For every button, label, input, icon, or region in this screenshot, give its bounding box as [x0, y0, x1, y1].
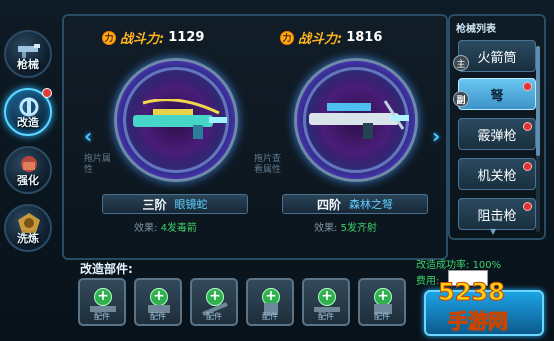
parts-title: 改造部件: [80, 262, 133, 276]
power-display: 力 战斗力: 1129 [102, 28, 204, 47]
success-rate: 改造成功率: 100% [416, 256, 501, 271]
weapon-effect: 效果: 5发齐射 [314, 219, 377, 234]
scroll-down-icon[interactable]: ▼ [490, 227, 496, 236]
part-slot-label: 配件 [262, 312, 278, 321]
part-slot[interactable]: + 配件 [358, 278, 406, 326]
power-value: 1129 [168, 30, 205, 45]
weapon-list-item[interactable]: 霰弹枪 [458, 118, 536, 150]
part-slot[interactable]: + 配件 [246, 278, 294, 326]
nav-refine-button[interactable]: 洗炼 [4, 204, 52, 252]
weapon-list-label: 弩 [490, 88, 504, 104]
part-slot[interactable]: + 配件 [134, 278, 182, 326]
drag-hint: 拖片查看属性 [254, 154, 282, 175]
crossbow-weapon-icon [309, 100, 409, 139]
part-slot[interactable]: + 配件 [302, 278, 350, 326]
weapon-name-bar: 四阶 森林之弩 [282, 194, 428, 214]
nav-label: 洗炼 [17, 232, 39, 245]
notification-dot [523, 122, 532, 131]
current-weapon-card: 力 战斗力: 1129 拖片属性 三阶 眼镜蛇 效果: 4发毒箭 [84, 16, 264, 262]
weapon-tier: 三阶 [142, 197, 167, 212]
effect-label: 效果: [134, 223, 158, 234]
weapon-orb[interactable] [114, 58, 238, 182]
power-display: 力 战斗力: 1816 [280, 28, 382, 47]
weapon-list-item-selected[interactable]: 副 弩 [453, 78, 536, 110]
weapon-list-label: 火箭筒 [477, 50, 517, 66]
nav-enhance-button[interactable]: 强化 [4, 146, 52, 194]
crossbow-weapon-icon [133, 99, 227, 139]
weapon-list-item[interactable]: 机关枪 [458, 158, 536, 190]
weapon-list-scrollbar[interactable] [536, 46, 540, 232]
power-label: 战斗力: [120, 32, 165, 47]
part-slot-label: 配件 [150, 312, 166, 321]
drag-hint: 拖片属性 [84, 154, 112, 175]
effect-value: 4发毒箭 [160, 223, 197, 234]
part-slot[interactable]: + 配件 [190, 278, 238, 326]
part-slot-label: 配件 [374, 312, 390, 321]
notification-dot [42, 88, 52, 98]
weapon-name: 森林之弩 [349, 198, 393, 211]
effect-label: 效果: [314, 223, 338, 234]
modify-panel: ‹ 力 战斗力: 1129 拖片属性 三阶 眼镜蛇 效果: 4发毒箭 力 战斗力… [62, 14, 448, 260]
primary-badge: 主 [453, 55, 469, 71]
nav-gun-button[interactable]: 枪械 [4, 30, 52, 78]
weapon-list-label: 霰弹枪 [477, 128, 517, 144]
part-slot-label: 配件 [206, 312, 222, 321]
weapon-name-bar: 三阶 眼镜蛇 [102, 194, 248, 214]
notification-dot [523, 162, 532, 171]
prev-arrow-icon[interactable]: ‹ [84, 124, 92, 148]
weapon-orb[interactable] [294, 58, 418, 182]
scrollbar-thumb[interactable] [536, 46, 540, 156]
weapon-name: 眼镜蛇 [174, 198, 208, 211]
secondary-badge: 副 [453, 91, 469, 107]
part-slot[interactable]: + 配件 [78, 278, 126, 326]
weapon-list-label: 机关枪 [477, 168, 517, 184]
weapon-list-label: 阻击枪 [477, 208, 517, 224]
nav-label: 强化 [17, 174, 39, 187]
nav-label: 改造 [17, 116, 39, 129]
svg-text:5238: 5238 [438, 278, 505, 306]
parts-row: + 配件 + 配件 + 配件 + 配件 + 配件 + 配件 [78, 278, 408, 334]
svg-text:手游网: 手游网 [448, 309, 508, 333]
power-value: 1816 [346, 30, 383, 45]
part-slot-label: 配件 [94, 312, 110, 321]
weapon-effect: 效果: 4发毒箭 [134, 219, 197, 234]
notification-dot [523, 82, 532, 91]
upgraded-weapon-card: 力 战斗力: 1816 拖片查看属性 四阶 森林之弩 效果: 5发齐射 [254, 16, 444, 262]
nav-modify-button[interactable]: 改造 [4, 88, 52, 136]
notification-dot [523, 202, 532, 211]
power-icon: 力 [280, 30, 294, 45]
nav-label: 枪械 [17, 58, 39, 71]
weapon-tier: 四阶 [316, 197, 341, 212]
left-nav: 枪械 改造 强化 洗炼 [0, 30, 56, 270]
weapon-list-item[interactable]: 主 火箭筒 [453, 40, 536, 72]
site-watermark-logo: 5238 手游网 [438, 278, 509, 334]
effect-value: 5发齐射 [340, 223, 377, 234]
part-slot-label: 配件 [318, 312, 334, 321]
power-label: 战斗力: [298, 32, 343, 47]
power-icon: 力 [102, 30, 116, 45]
weapon-list-title: 枪械列表 [456, 24, 496, 35]
next-arrow-icon[interactable]: › [432, 124, 440, 148]
game-window: 枪械 改造 强化 洗炼 ‹ 力 战斗力: 1129 拖片属性 三阶 眼镜蛇 效果… [0, 0, 554, 341]
weapon-list-item[interactable]: 阻击枪 [458, 198, 536, 230]
weapon-list-panel: 枪械列表 主 火箭筒 副 弩 霰弹枪 机关枪 阻击枪 ▼ [448, 14, 546, 240]
